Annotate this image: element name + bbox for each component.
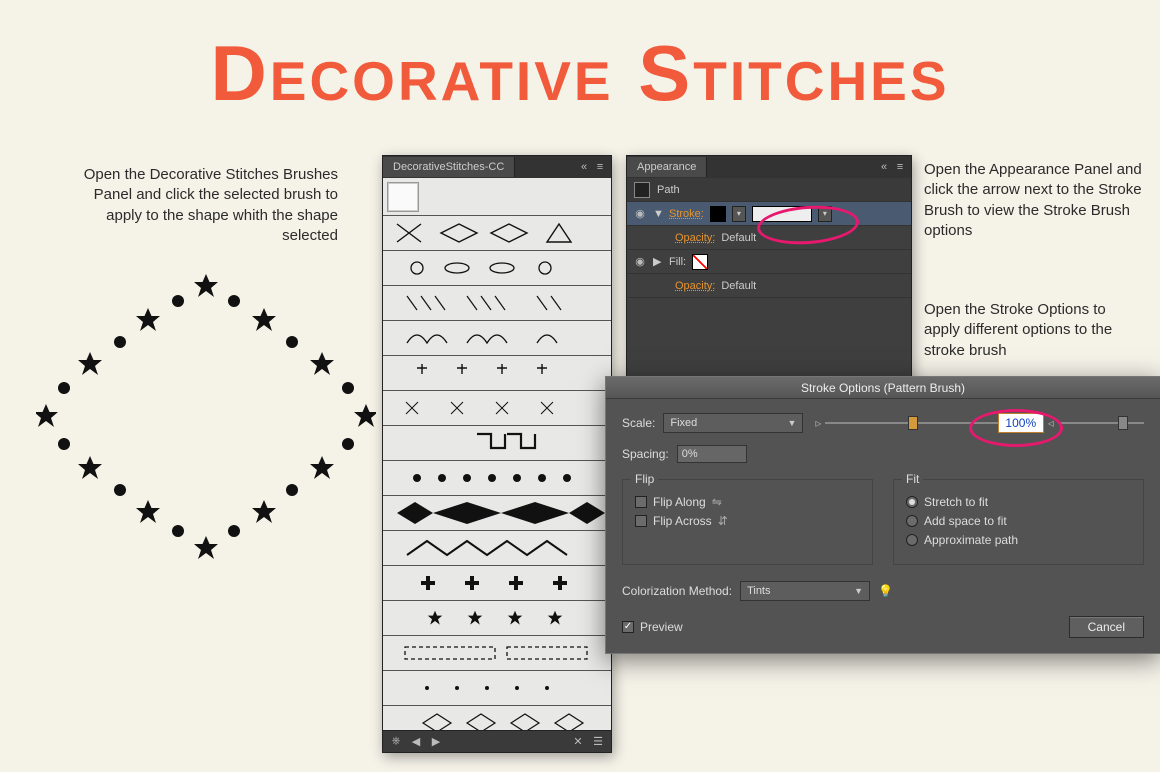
remove-stroke-icon[interactable]: ✕ bbox=[571, 735, 585, 749]
page-title: Decorative Stitches bbox=[0, 0, 1160, 119]
brush-list bbox=[383, 178, 611, 730]
opacity-value: Default bbox=[721, 280, 756, 292]
fit-group: Fit Stretch to fit Add space to fit Appr… bbox=[893, 479, 1144, 565]
scale-mode-value: Fixed bbox=[670, 417, 697, 429]
next-icon[interactable]: ▶ bbox=[429, 735, 443, 749]
path-icon bbox=[633, 182, 651, 198]
panel-tabbar: DecorativeStitches-CC « ≡ bbox=[383, 156, 611, 178]
visibility-icon[interactable]: ◉ bbox=[633, 207, 647, 221]
brush-item[interactable] bbox=[383, 426, 611, 461]
instruction-left: Open the Decorative Stitches Brushes Pan… bbox=[58, 165, 338, 246]
panel-footer: ⎈ ◀ ▶ ✕ ☰ bbox=[383, 730, 611, 752]
instruction-right-1: Open the Appearance Panel and click the … bbox=[924, 160, 1144, 241]
panel-menu-icon[interactable]: ≡ bbox=[593, 160, 607, 174]
dialog-title: Stroke Options (Pattern Brush) bbox=[606, 377, 1160, 399]
fill-opacity-row[interactable]: Opacity: Default bbox=[627, 274, 911, 298]
panel-collapse-icon[interactable]: « bbox=[577, 160, 591, 174]
brush-item[interactable] bbox=[383, 216, 611, 251]
brush-item[interactable] bbox=[383, 636, 611, 671]
appearance-fill-row[interactable]: ◉ ▶ Fill: bbox=[627, 250, 911, 274]
brush-item[interactable] bbox=[383, 461, 611, 496]
opacity-label[interactable]: Opacity: bbox=[675, 280, 715, 292]
flip-group: Flip Flip Along ⇋ Flip Across ⇵ bbox=[622, 479, 873, 565]
brushes-panel: DecorativeStitches-CC « ≡ bbox=[382, 155, 612, 753]
brush-item[interactable] bbox=[383, 671, 611, 706]
brush-item[interactable] bbox=[383, 178, 611, 216]
panel-menu-icon[interactable]: ≡ bbox=[893, 160, 907, 174]
tip-lightbulb-icon[interactable]: 💡 bbox=[878, 584, 893, 598]
fit-approx-label: Approximate path bbox=[924, 533, 1018, 547]
appearance-path-row: Path bbox=[627, 178, 911, 202]
fit-stretch-radio[interactable]: Stretch to fit bbox=[906, 495, 1131, 509]
brush-item[interactable] bbox=[383, 391, 611, 426]
brush-item[interactable] bbox=[383, 286, 611, 321]
options-icon[interactable]: ☰ bbox=[591, 735, 605, 749]
opacity-label[interactable]: Opacity: bbox=[675, 232, 715, 244]
example-shape bbox=[36, 268, 376, 568]
stroke-color-swatch[interactable] bbox=[710, 206, 726, 222]
stroke-brush-preview[interactable]: · · · bbox=[752, 206, 812, 222]
slider-min-icon: ▹ bbox=[811, 416, 825, 430]
flip-across-icon: ⇵ bbox=[718, 514, 728, 528]
panel-collapse-icon[interactable]: « bbox=[877, 160, 891, 174]
brush-item[interactable] bbox=[383, 321, 611, 356]
fit-addspace-radio[interactable]: Add space to fit bbox=[906, 514, 1131, 528]
appearance-stroke-row[interactable]: ◉ ▼ Stroke: ▾ · · · ▾ bbox=[627, 202, 911, 226]
stroke-weight-dropdown[interactable]: ▾ bbox=[732, 206, 746, 222]
scale-value-input[interactable]: 100% bbox=[998, 413, 1044, 433]
appearance-tab[interactable]: Appearance bbox=[627, 157, 707, 177]
stroke-brush-dropdown[interactable]: ▾ bbox=[818, 206, 832, 222]
brush-item[interactable] bbox=[383, 566, 611, 601]
fit-legend: Fit bbox=[902, 472, 923, 486]
panel-tabbar: Appearance « ≡ bbox=[627, 156, 911, 178]
visibility-icon[interactable]: ◉ bbox=[633, 255, 647, 269]
expand-icon[interactable]: ▼ bbox=[653, 208, 663, 220]
colorization-dropdown[interactable]: Tints ▼ bbox=[740, 581, 870, 601]
opacity-value: Default bbox=[721, 232, 756, 244]
scale-label: Scale: bbox=[622, 416, 655, 430]
brush-item[interactable] bbox=[383, 251, 611, 286]
flip-legend: Flip bbox=[631, 472, 658, 486]
fill-color-swatch[interactable] bbox=[692, 254, 708, 270]
appearance-panel: Appearance « ≡ Path ◉ ▼ Stroke: ▾ · · · … bbox=[626, 155, 912, 385]
chevron-down-icon: ▼ bbox=[787, 418, 796, 428]
library-icon[interactable]: ⎈ bbox=[389, 735, 403, 749]
instruction-right-2: Open the Stroke Options to apply differe… bbox=[924, 300, 1144, 361]
preview-label: Preview bbox=[640, 620, 683, 634]
brush-item[interactable] bbox=[383, 706, 611, 730]
spacing-label: Spacing: bbox=[622, 447, 669, 461]
brush-item[interactable] bbox=[383, 601, 611, 636]
path-label: Path bbox=[657, 184, 680, 196]
colorization-value: Tints bbox=[747, 585, 770, 597]
flip-along-icon: ⇋ bbox=[712, 495, 722, 509]
scale-slider[interactable]: ▹ 100% ◃ bbox=[811, 413, 1144, 433]
slider-max-icon: ◃ bbox=[1044, 416, 1058, 430]
brush-item[interactable] bbox=[383, 356, 611, 391]
fit-approx-radio[interactable]: Approximate path bbox=[906, 533, 1131, 547]
scale-mode-dropdown[interactable]: Fixed ▼ bbox=[663, 413, 803, 433]
brushes-tab[interactable]: DecorativeStitches-CC bbox=[383, 157, 515, 177]
chevron-down-icon: ▼ bbox=[854, 586, 863, 596]
brush-item[interactable] bbox=[383, 496, 611, 531]
fill-label: Fill: bbox=[669, 256, 686, 268]
spacing-input[interactable]: 0% bbox=[677, 445, 747, 463]
stroke-opacity-row[interactable]: Opacity: Default bbox=[627, 226, 911, 250]
preview-checkbox[interactable]: Preview bbox=[622, 620, 683, 634]
stroke-label[interactable]: Stroke: bbox=[669, 208, 704, 220]
flip-across-checkbox[interactable]: Flip Across ⇵ bbox=[635, 514, 860, 528]
fit-stretch-label: Stretch to fit bbox=[924, 495, 988, 509]
expand-icon[interactable]: ▶ bbox=[653, 255, 663, 268]
flip-along-label: Flip Along bbox=[653, 495, 706, 509]
fit-addspace-label: Add space to fit bbox=[924, 514, 1007, 528]
flip-along-checkbox[interactable]: Flip Along ⇋ bbox=[635, 495, 860, 509]
brush-item[interactable] bbox=[383, 531, 611, 566]
colorization-label: Colorization Method: bbox=[622, 584, 732, 598]
prev-icon[interactable]: ◀ bbox=[409, 735, 423, 749]
stroke-options-dialog: Stroke Options (Pattern Brush) Scale: Fi… bbox=[605, 376, 1160, 654]
cancel-button[interactable]: Cancel bbox=[1069, 616, 1144, 638]
flip-across-label: Flip Across bbox=[653, 514, 712, 528]
